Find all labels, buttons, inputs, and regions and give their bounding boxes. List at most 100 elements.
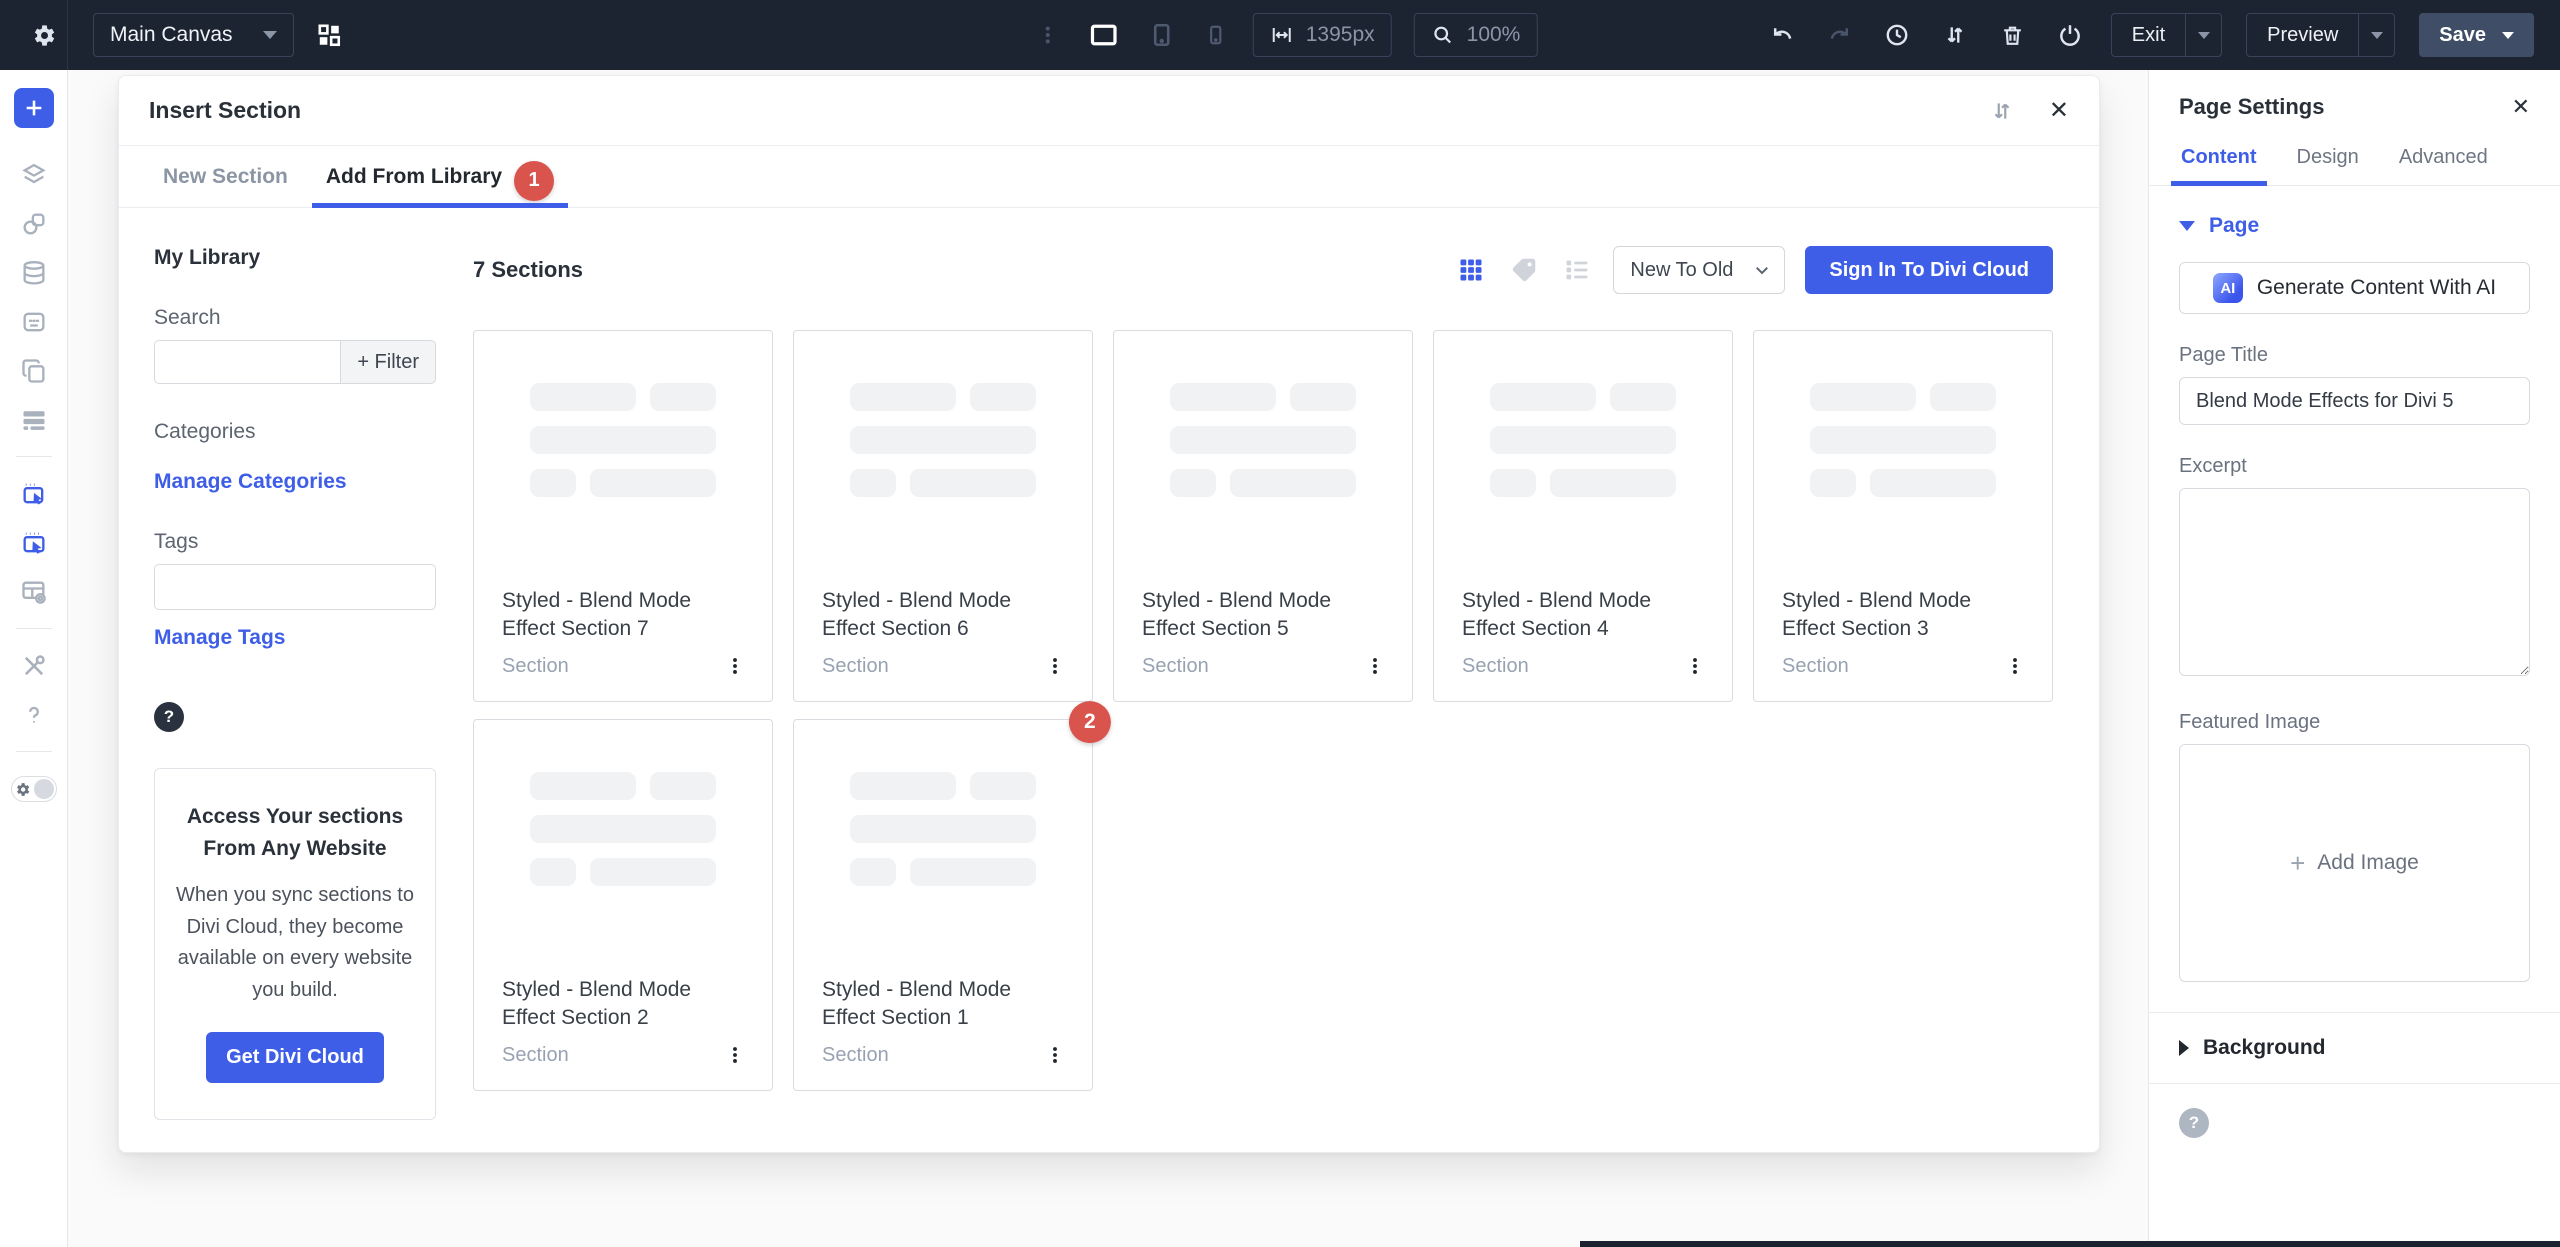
section-card[interactable]: Styled - Blend Mode Effect Section 7 Sec… xyxy=(473,330,773,702)
exit-button[interactable]: Exit xyxy=(2111,13,2222,57)
section-card[interactable]: Styled - Blend Mode Effect Section 2 Sec… xyxy=(473,719,773,1091)
builder-mode-toggle[interactable] xyxy=(11,776,57,802)
page-title-input[interactable] xyxy=(2179,377,2530,425)
portability-button[interactable] xyxy=(2053,18,2087,52)
phone-view-button[interactable] xyxy=(1201,20,1231,50)
generate-content-ai-button[interactable]: AI Generate Content With AI xyxy=(2179,262,2530,314)
layout-grid-button[interactable] xyxy=(312,18,346,52)
more-options-button[interactable] xyxy=(1033,20,1063,50)
list-view-icon xyxy=(1563,256,1591,284)
page-accordion-toggle[interactable]: Page xyxy=(2179,214,2259,238)
section-menu-button[interactable] xyxy=(722,653,748,679)
canvas-zoom-field[interactable]: 100% xyxy=(1414,13,1538,57)
preview-dropdown-toggle[interactable] xyxy=(2358,14,2394,56)
rail-help-button[interactable] xyxy=(10,690,58,739)
panel-close-button[interactable]: ✕ xyxy=(2512,96,2530,118)
caret-down-icon xyxy=(2179,221,2195,231)
modal-sort-button[interactable] xyxy=(1985,94,2019,128)
tags-input[interactable] xyxy=(154,564,436,610)
section-menu-button[interactable] xyxy=(1042,653,1068,679)
preview-button[interactable]: Preview xyxy=(2246,13,2395,57)
panel-title: Page Settings xyxy=(2179,94,2324,120)
cursor-select-icon xyxy=(20,480,48,508)
tab-new-section[interactable]: New Section xyxy=(149,146,302,207)
shapes-icon xyxy=(20,210,48,238)
section-card[interactable]: 2 Styled - Blend Mode Effect Section 1 S… xyxy=(793,719,1093,1091)
keyboard-shortcuts-button[interactable] xyxy=(10,297,58,346)
layers-order-button[interactable] xyxy=(1938,18,1972,52)
tag-filter-button[interactable] xyxy=(1507,253,1541,287)
history-button[interactable] xyxy=(1880,18,1914,52)
section-menu-button[interactable] xyxy=(2002,653,2028,679)
save-button[interactable]: Save xyxy=(2419,13,2534,57)
trash-button[interactable] xyxy=(1996,19,2029,52)
layers-panel-button[interactable] xyxy=(10,150,58,199)
library-help-button[interactable]: ? xyxy=(154,702,184,732)
modal-close-button[interactable]: ✕ xyxy=(2049,99,2069,123)
section-card[interactable]: Styled - Blend Mode Effect Section 3 Sec… xyxy=(1753,330,2053,702)
section-title: Styled - Blend Mode Effect Section 1 xyxy=(794,976,1092,1032)
close-icon: ✕ xyxy=(2049,97,2069,124)
step-annotation-badge: 2 xyxy=(1069,701,1111,743)
plus-icon xyxy=(23,97,45,119)
section-menu-button[interactable] xyxy=(722,1042,748,1068)
add-element-button[interactable] xyxy=(14,88,54,128)
pages-button[interactable] xyxy=(10,346,58,395)
builder-settings-gear-button[interactable] xyxy=(26,18,61,53)
background-accordion-toggle[interactable]: Background xyxy=(2179,1013,2530,1083)
section-menu-button[interactable] xyxy=(1682,653,1708,679)
preview-label: Preview xyxy=(2247,14,2358,56)
database-button[interactable] xyxy=(10,248,58,297)
manage-tags-link[interactable]: Manage Tags xyxy=(154,626,285,650)
canvas-selector-dropdown[interactable]: Main Canvas xyxy=(93,13,294,57)
tab-content[interactable]: Content xyxy=(2179,146,2259,185)
design-presets-button[interactable] xyxy=(10,199,58,248)
tab-label: Add From Library xyxy=(326,165,502,189)
content-rows-button[interactable] xyxy=(10,395,58,444)
click-mode-button[interactable] xyxy=(10,469,58,518)
section-title: Styled - Blend Mode Effect Section 7 xyxy=(474,587,772,643)
section-type-label: Section xyxy=(822,1044,889,1067)
panel-help-button[interactable]: ? xyxy=(2179,1108,2209,1138)
tablet-view-button[interactable] xyxy=(1145,18,1179,52)
undo-button[interactable] xyxy=(1766,19,1799,52)
canvas-zoom-value: 100% xyxy=(1467,23,1521,47)
layout-settings-button[interactable] xyxy=(10,567,58,616)
excerpt-textarea[interactable] xyxy=(2179,488,2530,676)
library-search-input[interactable] xyxy=(154,340,340,384)
manage-categories-link[interactable]: Manage Categories xyxy=(154,470,347,494)
section-card[interactable]: Styled - Blend Mode Effect Section 6 Sec… xyxy=(793,330,1093,702)
categories-label: Categories xyxy=(154,420,436,444)
hover-mode-button[interactable] xyxy=(10,518,58,567)
tab-advanced[interactable]: Advanced xyxy=(2397,146,2490,185)
section-type-label: Section xyxy=(502,655,569,678)
list-view-button[interactable] xyxy=(1561,254,1593,286)
page-accordion-label: Page xyxy=(2209,214,2259,238)
tab-add-from-library[interactable]: Add From Library 1 xyxy=(312,146,568,207)
chevron-down-icon xyxy=(263,31,277,39)
grid-view-button[interactable] xyxy=(1455,254,1487,286)
sections-count: 7 Sections xyxy=(473,257,583,283)
developer-tools-button[interactable] xyxy=(10,641,58,690)
desktop-view-button[interactable] xyxy=(1085,16,1123,54)
settings-tabs: Content Design Advanced xyxy=(2149,146,2560,186)
add-image-dropzone[interactable]: + Add Image xyxy=(2179,744,2530,982)
filter-button[interactable]: + Filter xyxy=(340,340,436,384)
gear-icon xyxy=(14,781,31,798)
sign-in-divi-cloud-button[interactable]: Sign In To Divi Cloud xyxy=(1805,246,2053,294)
canvas-width-field[interactable]: 1395px xyxy=(1253,13,1392,57)
power-icon xyxy=(2057,22,2083,48)
section-menu-button[interactable] xyxy=(1042,1042,1068,1068)
sort-order-select[interactable]: New To Old xyxy=(1613,246,1785,294)
section-preview-skeleton xyxy=(850,772,1036,886)
redo-button[interactable] xyxy=(1823,19,1856,52)
tab-design[interactable]: Design xyxy=(2295,146,2361,185)
width-arrows-icon xyxy=(1270,23,1294,47)
section-card[interactable]: Styled - Blend Mode Effect Section 4 Sec… xyxy=(1433,330,1733,702)
section-title: Styled - Blend Mode Effect Section 6 xyxy=(794,587,1092,643)
section-card[interactable]: Styled - Blend Mode Effect Section 5 Sec… xyxy=(1113,330,1413,702)
get-divi-cloud-button[interactable]: Get Divi Cloud xyxy=(206,1032,384,1083)
redo-icon xyxy=(1827,23,1852,48)
exit-dropdown-toggle[interactable] xyxy=(2185,14,2221,56)
section-menu-button[interactable] xyxy=(1362,653,1388,679)
